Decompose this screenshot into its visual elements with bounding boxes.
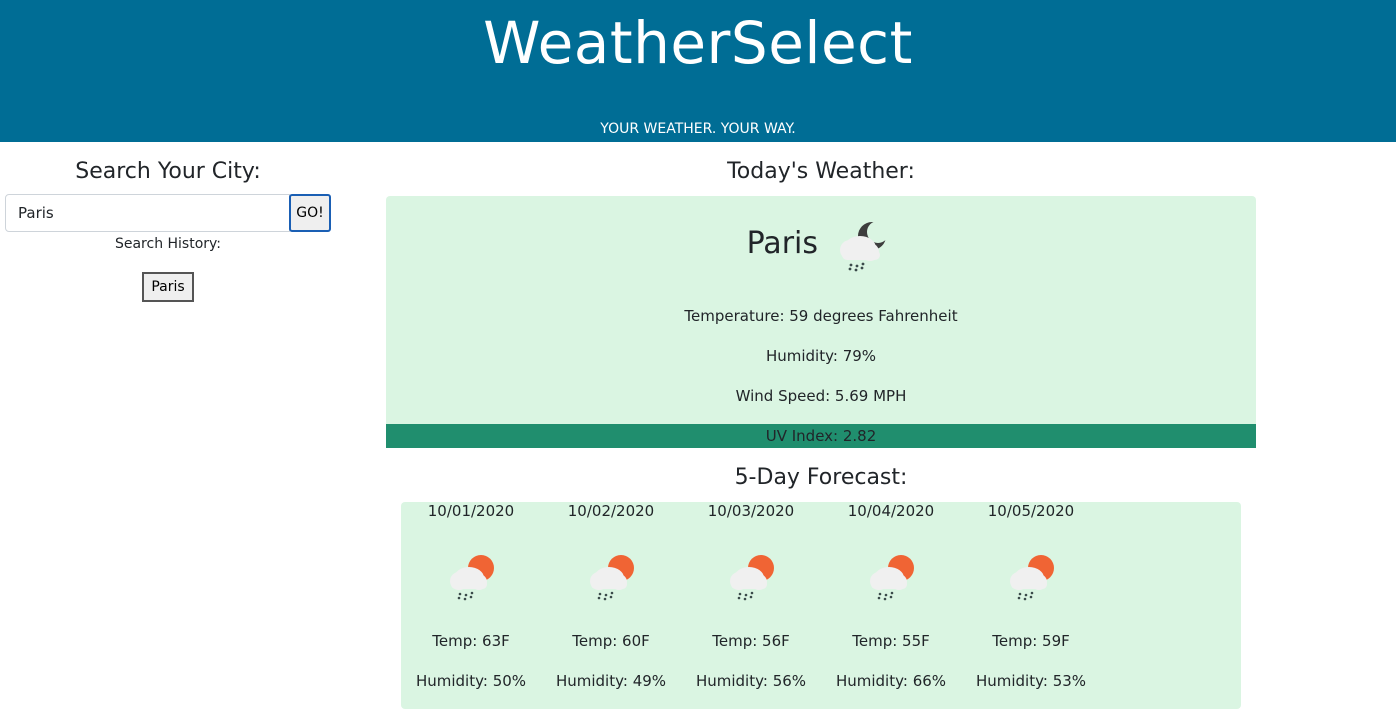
forecast-humidity: Humidity: 53% [975, 672, 1087, 690]
today-wind-speed: Wind Speed: 5.69 MPH [735, 387, 907, 405]
forecast-date: 10/01/2020 [427, 502, 515, 520]
forecast-date: 10/05/2020 [987, 502, 1075, 520]
forecast-temp: Temp: 55F [852, 632, 930, 650]
forecast-humidity: Humidity: 49% [555, 672, 667, 690]
forecast-heading: 5-Day Forecast: [734, 465, 908, 490]
forecast-temp: Temp: 59F [992, 632, 1070, 650]
forecast-day: 10/01/2020 Temp: 63F Humidity: 50% [401, 502, 541, 709]
rain-sun-cloud-icon [870, 555, 914, 601]
forecast-temp: Temp: 56F [712, 632, 790, 650]
uv-index-bar: UV Index: 2.82 [386, 424, 1256, 448]
forecast-humidity: Humidity: 50% [415, 672, 527, 690]
rain-sun-cloud-icon [730, 555, 774, 601]
go-button[interactable]: GO! [289, 194, 331, 232]
forecast-day: 10/02/2020 Temp: 60F Humidity: 49% [541, 502, 681, 709]
forecast-day: 10/05/2020 Temp: 59F Humidity: 53% [961, 502, 1101, 709]
search-history-label: Search History: [114, 236, 222, 252]
forecast-humidity: Humidity: 56% [695, 672, 807, 690]
today-temperature: Temperature: 59 degrees Fahrenheit [684, 307, 958, 325]
forecast-date: 10/03/2020 [707, 502, 795, 520]
app-title: WeatherSelect [483, 9, 913, 77]
forecast-day: 10/03/2020 Temp: 56F Humidity: 56% [681, 502, 821, 709]
today-weather-card: Paris Temperature: 59 degrees Fahrenheit… [386, 196, 1256, 448]
app-header: WeatherSelect YOUR WEATHER. YOUR WAY. [0, 0, 1396, 142]
forecast-temp: Temp: 60F [572, 632, 650, 650]
city-search-input[interactable] [5, 194, 290, 232]
forecast-day: 10/04/2020 Temp: 55F Humidity: 66% [821, 502, 961, 709]
rain-sun-cloud-icon [450, 555, 494, 601]
forecast-card: 10/01/2020 Temp: 63F Humidity: 50% 10/02… [401, 502, 1241, 709]
today-heading: Today's Weather: [727, 159, 915, 184]
app-tagline: YOUR WEATHER. YOUR WAY. [600, 121, 796, 137]
today-humidity: Humidity: 79% [765, 347, 877, 365]
forecast-temp: Temp: 63F [432, 632, 510, 650]
forecast-date: 10/02/2020 [567, 502, 655, 520]
forecast-humidity: Humidity: 66% [835, 672, 947, 690]
search-heading: Search Your City: [75, 159, 261, 184]
rain-night-cloud-icon [840, 221, 889, 272]
forecast-date: 10/04/2020 [847, 502, 935, 520]
today-city-name: Paris [746, 226, 818, 261]
rain-sun-cloud-icon [590, 555, 634, 601]
history-item-paris[interactable]: Paris [142, 272, 194, 302]
rain-sun-cloud-icon [1010, 555, 1054, 601]
